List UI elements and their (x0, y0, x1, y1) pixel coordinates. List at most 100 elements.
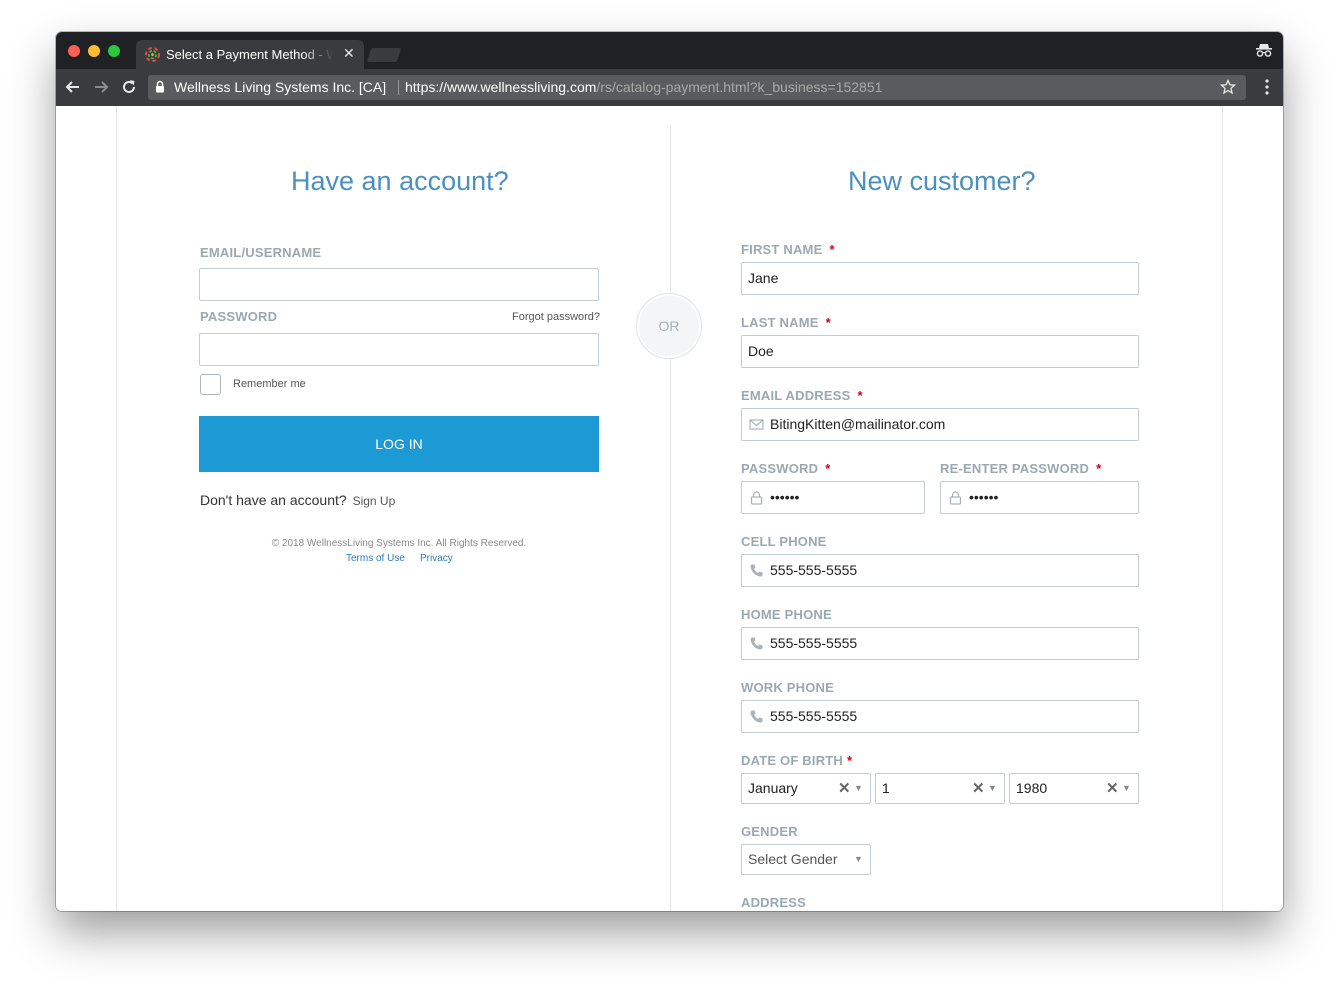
dob-year-value: 1980 (1016, 780, 1048, 796)
required-marker: * (857, 388, 863, 403)
lock-icon (156, 80, 164, 93)
chevron-down-icon: ▼ (1122, 783, 1131, 793)
required-marker: * (847, 753, 853, 768)
password-lock-icon (750, 491, 763, 505)
browser-tab[interactable]: Select a Payment Method - Wellness Livin… (136, 40, 364, 69)
forgot-password-link[interactable]: Forgot password? (512, 311, 600, 323)
dob-day-value: 1 (882, 780, 890, 796)
browser-toolbar: Wellness Living Systems Inc. [CA] https:… (56, 69, 1283, 106)
minimize-window-button[interactable] (88, 45, 100, 57)
new-tab-button[interactable] (366, 48, 402, 62)
chevron-down-icon: ▼ (854, 783, 863, 793)
login-password-input[interactable] (199, 333, 599, 366)
chevron-down-icon: ▼ (854, 854, 863, 864)
page-content: Have an account? EMAIL/USERNAME PASSWORD… (56, 106, 1283, 911)
email-address-label-text: EMAIL ADDRESS (741, 388, 851, 403)
required-marker: * (825, 315, 831, 330)
maximize-window-button[interactable] (108, 45, 120, 57)
privacy-link[interactable]: Privacy (420, 553, 453, 564)
address-label: ADDRESS (741, 895, 806, 910)
star-icon[interactable] (1220, 79, 1236, 95)
dob-label: DATE OF BIRTH * (741, 753, 852, 768)
email-address-value: BitingKitten@mailinator.com (770, 416, 946, 432)
home-phone-input[interactable]: 555-555-5555 (741, 627, 1139, 660)
password-lock-icon (949, 491, 962, 505)
dob-day-select[interactable]: 1 ✕ ▼ (875, 773, 1005, 804)
url-host: https://www.wellnessliving.com (405, 79, 597, 95)
login-email-input[interactable] (199, 268, 599, 301)
reload-icon[interactable] (120, 78, 138, 96)
cell-phone-value: 555-555-5555 (770, 562, 858, 578)
login-button[interactable]: LOG IN (199, 416, 599, 472)
gender-select[interactable]: Select Gender ▼ (741, 844, 871, 875)
gender-placeholder: Select Gender (748, 851, 838, 867)
signup-prompt: Don't have an account? Sign Up (200, 492, 395, 508)
close-window-button[interactable] (68, 45, 80, 57)
chevron-down-icon: ▼ (988, 783, 997, 793)
last-name-input[interactable]: Doe (741, 335, 1139, 368)
dob-year-select[interactable]: 1980 ✕ ▼ (1009, 773, 1139, 804)
phone-icon (750, 637, 763, 650)
clear-icon[interactable]: ✕ (838, 774, 851, 803)
favicon-icon (145, 47, 160, 62)
tab-bar: Select a Payment Method - Wellness Livin… (56, 32, 1283, 69)
password-label: PASSWORD * (741, 461, 830, 476)
password-input[interactable]: •••••• (741, 481, 925, 514)
incognito-icon (1256, 44, 1272, 57)
cell-phone-label: CELL PHONE (741, 534, 827, 549)
work-phone-input[interactable]: 555-555-5555 (741, 700, 1139, 733)
tab-title: Select a Payment Method - Wellness Livin… (166, 47, 334, 62)
dob-month-value: January (748, 780, 798, 796)
address-bar[interactable]: Wellness Living Systems Inc. [CA] https:… (148, 75, 1246, 100)
no-account-text: Don't have an account? (200, 492, 347, 508)
phone-icon (750, 564, 763, 577)
reenter-password-value: •••••• (969, 489, 999, 505)
login-heading: Have an account? (291, 166, 509, 196)
tab-close-icon[interactable]: ✕ (343, 45, 355, 62)
site-identity: Wellness Living Systems Inc. [CA] (174, 79, 387, 95)
first-name-label-text: FIRST NAME (741, 242, 823, 257)
home-phone-value: 555-555-5555 (770, 635, 858, 651)
or-badge: OR (637, 294, 701, 358)
clear-icon[interactable]: ✕ (1106, 774, 1119, 803)
required-marker: * (1096, 461, 1102, 476)
email-address-label: EMAIL ADDRESS * (741, 388, 863, 403)
required-marker: * (825, 461, 831, 476)
required-marker: * (829, 242, 835, 257)
back-arrow-icon[interactable] (64, 78, 82, 96)
work-phone-label: WORK PHONE (741, 680, 834, 695)
browser-menu-icon[interactable] (1265, 79, 1269, 95)
column-divider (670, 126, 671, 911)
remember-me-checkbox[interactable] (200, 374, 221, 395)
dob-label-text: DATE OF BIRTH (741, 753, 844, 768)
reenter-password-label-text: RE-ENTER PASSWORD (940, 461, 1090, 476)
password-value: •••••• (770, 489, 800, 505)
login-email-label: EMAIL/USERNAME (200, 245, 322, 260)
register-heading: New customer? (848, 166, 1036, 196)
last-name-label: LAST NAME * (741, 315, 831, 330)
first-name-label: FIRST NAME * (741, 242, 835, 257)
last-name-label-text: LAST NAME (741, 315, 819, 330)
work-phone-value: 555-555-5555 (770, 708, 858, 724)
browser-window: Select a Payment Method - Wellness Livin… (56, 32, 1283, 911)
login-password-label: PASSWORD (200, 309, 278, 324)
signup-link[interactable]: Sign Up (353, 494, 396, 508)
remember-me-label: Remember me (233, 378, 306, 390)
url-separator (398, 80, 399, 95)
or-label: OR (658, 318, 680, 334)
phone-icon (750, 710, 763, 723)
clear-icon[interactable]: ✕ (972, 774, 985, 803)
auth-card: Have an account? EMAIL/USERNAME PASSWORD… (116, 106, 1223, 911)
dob-month-select[interactable]: January ✕ ▼ (741, 773, 871, 804)
terms-link[interactable]: Terms of Use (346, 553, 405, 564)
url-text[interactable]: https://www.wellnessliving.com/rs/catalo… (405, 79, 882, 95)
first-name-input[interactable]: Jane (741, 262, 1139, 295)
url-path: /rs/catalog-payment.html?k_business=1528… (596, 79, 883, 95)
reenter-password-input[interactable]: •••••• (940, 481, 1139, 514)
cell-phone-input[interactable]: 555-555-5555 (741, 554, 1139, 587)
home-phone-label: HOME PHONE (741, 607, 832, 622)
forward-arrow-icon[interactable] (92, 78, 110, 96)
reenter-password-label: RE-ENTER PASSWORD * (940, 461, 1101, 476)
copyright-text: © 2018 WellnessLiving Systems Inc. All R… (271, 538, 527, 549)
email-address-input[interactable]: BitingKitten@mailinator.com (741, 408, 1139, 441)
